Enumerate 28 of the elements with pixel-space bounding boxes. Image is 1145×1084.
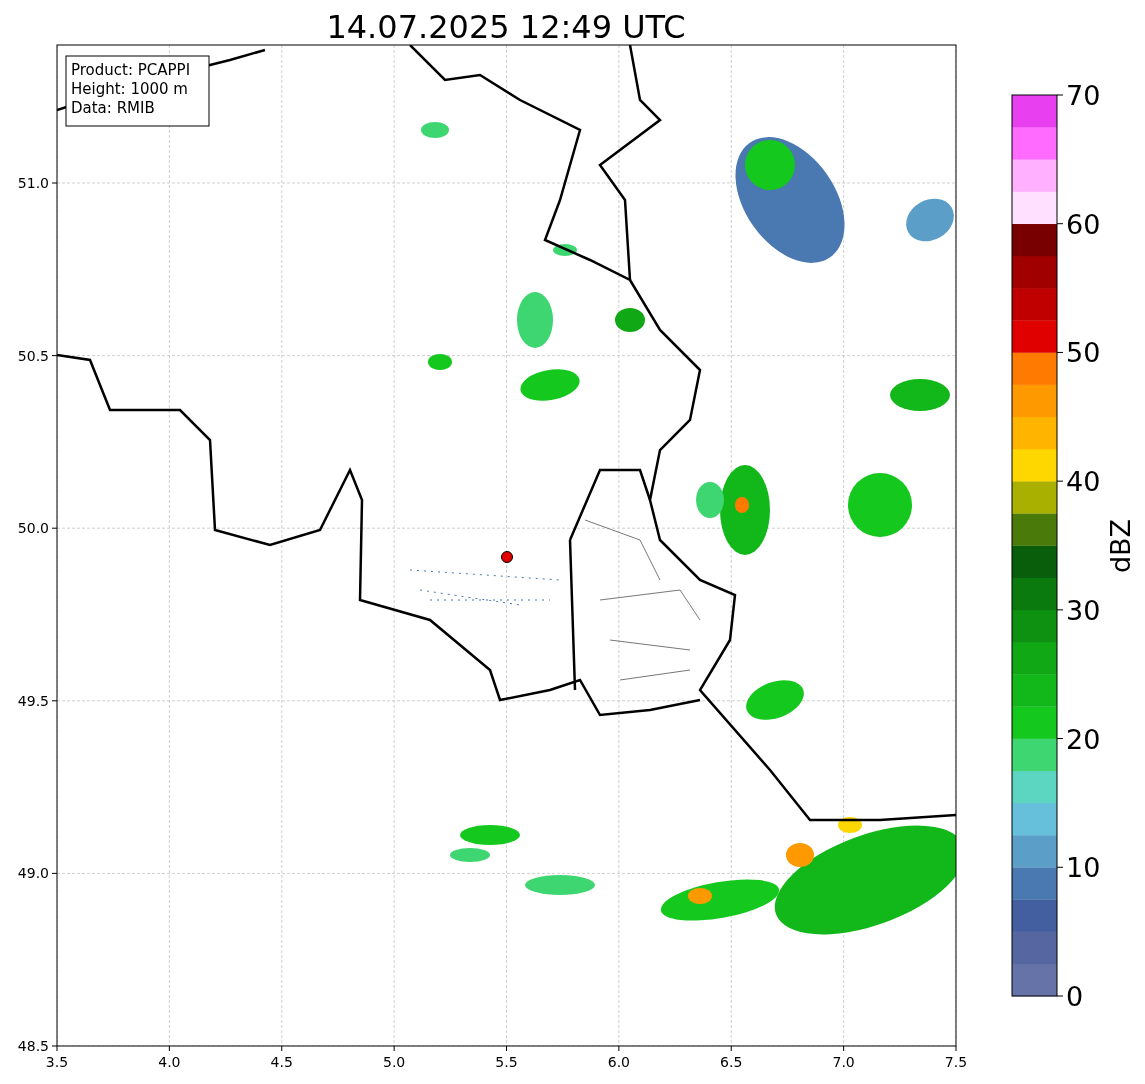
y-tick-label: 50.0 bbox=[17, 520, 49, 537]
y-tick-label: 50.5 bbox=[17, 347, 49, 364]
x-tick-label: 4.0 bbox=[158, 1054, 181, 1070]
colorbar-tick-label: 30 bbox=[1066, 594, 1101, 626]
info-text: Product: PCAPPI bbox=[71, 61, 191, 79]
colorbar-tick-label: 20 bbox=[1066, 723, 1101, 755]
x-tick-label: 6.5 bbox=[720, 1054, 743, 1070]
colorbar-tick-label: 10 bbox=[1066, 852, 1101, 884]
chart-title: 14.07.2025 12:49 UTC bbox=[326, 8, 686, 46]
info-text: Data: RMIB bbox=[71, 99, 155, 117]
colorbar-tick-label: 50 bbox=[1066, 337, 1101, 369]
x-tick-label: 5.0 bbox=[383, 1054, 406, 1070]
colorbar-tick-label: 60 bbox=[1066, 208, 1101, 240]
y-tick-label: 49.0 bbox=[17, 865, 49, 882]
x-tick-label: 7.0 bbox=[832, 1054, 855, 1070]
y-tick-label: 51.0 bbox=[17, 175, 49, 191]
x-tick-label: 3.5 bbox=[45, 1054, 69, 1070]
x-tick-label: 6.0 bbox=[607, 1054, 630, 1070]
y-tick-label: 49.5 bbox=[17, 692, 49, 709]
info-text: Height: 1000 m bbox=[71, 80, 188, 98]
colorbar-tick-label: 0 bbox=[1066, 981, 1084, 1012]
colorbar-tick-label: 40 bbox=[1066, 466, 1101, 498]
colorbar-tick-label: 70 bbox=[1066, 80, 1101, 111]
x-tick-label: 5.5 bbox=[495, 1054, 518, 1070]
y-tick-label: 48.5 bbox=[17, 1038, 49, 1054]
x-tick-label: 4.5 bbox=[270, 1054, 293, 1070]
x-tick-label: 7.5 bbox=[944, 1054, 968, 1070]
colorbar-label: dBZ bbox=[1105, 518, 1136, 574]
